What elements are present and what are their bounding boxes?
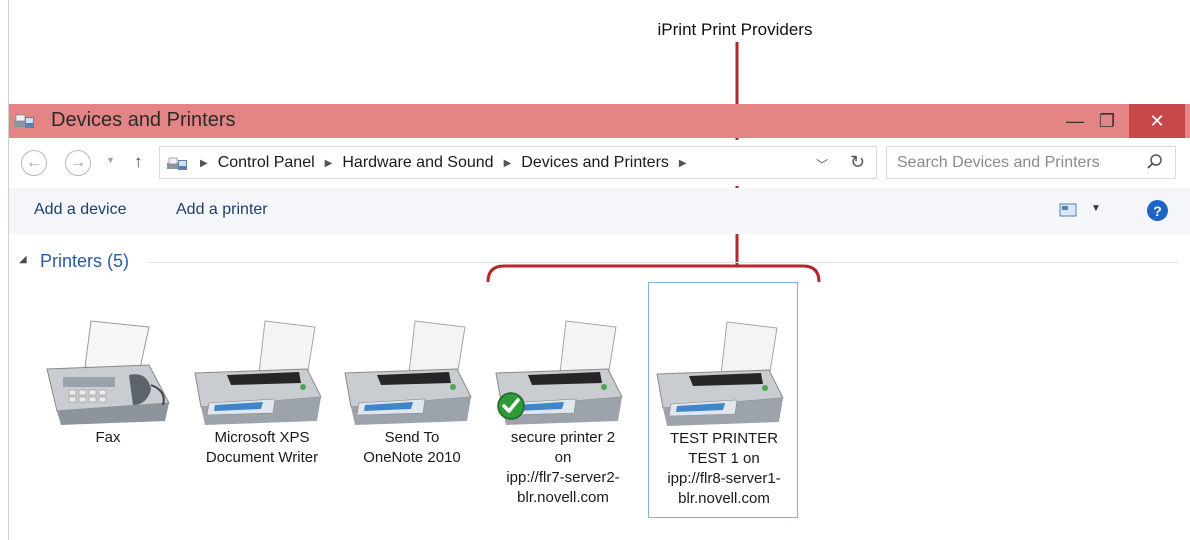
printers-group-header[interactable]: Printers (5) [40, 251, 129, 272]
change-view-icon[interactable] [1059, 202, 1077, 218]
address-bar[interactable]: ▶ Control Panel ▶ Hardware and Sound ▶ D… [159, 146, 877, 179]
search-input[interactable]: Search Devices and Printers [886, 146, 1176, 179]
close-button[interactable]: ✕ [1129, 104, 1185, 138]
forward-button[interactable]: → [65, 150, 91, 176]
view-options-dropdown[interactable]: ▼ [1091, 203, 1101, 214]
refresh-button[interactable]: ↻ [850, 152, 865, 173]
arrow-up-icon: ↑ [134, 152, 143, 171]
breadcrumb-devices-and-printers[interactable]: Devices and Printers [521, 154, 669, 172]
device-name: Fax [95, 429, 121, 446]
printer-icon [656, 321, 784, 426]
device-name: TEST PRINTER TEST 1 on ipp://flr8-server… [667, 430, 781, 507]
printer-icon [344, 320, 472, 425]
add-printer-button[interactable]: Add a printer [176, 201, 268, 219]
fax-icon [46, 320, 170, 425]
chevron-right-icon[interactable]: ▶ [504, 158, 512, 169]
device-item-test-printer[interactable]: TEST PRINTER TEST 1 on ipp://flr8-server… [648, 282, 798, 518]
chevron-right-icon[interactable]: ▶ [679, 158, 687, 169]
title-bar[interactable]: Devices and Printers — ❐ ✕ [9, 104, 1190, 138]
search-icon[interactable] [1145, 152, 1165, 172]
navigation-bar: ← → ▼ ↑ ▶ Control Panel ▶ Hardware and S… [9, 140, 1190, 186]
arrow-right-icon: → [70, 154, 86, 171]
breadcrumb: ▶ Control Panel ▶ Hardware and Sound ▶ D… [190, 154, 697, 172]
device-name: secure printer 2 on ipp://flr7-server2- … [506, 429, 620, 506]
device-name: Send To OneNote 2010 [363, 429, 461, 466]
address-dropdown-button[interactable]: ﹀ [816, 156, 828, 173]
chevron-right-icon[interactable]: ▶ [325, 158, 333, 169]
search-placeholder: Search Devices and Printers [897, 154, 1100, 171]
recent-locations-dropdown[interactable]: ▼ [106, 155, 115, 165]
screen: iPrint Print Providers Devices and Print… [0, 0, 1190, 540]
refresh-icon: ↻ [850, 152, 866, 172]
device-item-onenote[interactable]: Send To OneNote 2010 [337, 282, 487, 518]
device-name: Microsoft XPS Document Writer [205, 429, 319, 466]
breadcrumb-control-panel[interactable]: Control Panel [218, 154, 315, 172]
chevron-right-icon[interactable]: ▶ [200, 158, 208, 169]
help-button[interactable]: ? [1147, 200, 1168, 221]
default-printer-check-icon [497, 392, 525, 420]
add-device-button[interactable]: Add a device [34, 201, 127, 219]
arrow-left-icon: ← [26, 154, 42, 171]
device-item-fax[interactable]: Fax [33, 282, 183, 518]
collapse-group-icon[interactable]: ◢ [19, 254, 27, 265]
group-divider [148, 262, 1178, 263]
printer-icon [194, 320, 322, 425]
breadcrumb-hardware-and-sound[interactable]: Hardware and Sound [342, 154, 493, 172]
devices-printers-icon [167, 157, 187, 170]
maximize-button[interactable]: ❐ [1087, 104, 1127, 138]
back-button[interactable]: ← [21, 150, 47, 176]
window-title: Devices and Printers [51, 109, 236, 131]
command-bar: Add a device Add a printer ▼ ? [9, 188, 1190, 234]
annotation-label: iPrint Print Providers [657, 20, 813, 39]
devices-printers-icon [14, 114, 34, 128]
device-item-microsoft-xps[interactable]: Microsoft XPS Document Writer [187, 282, 337, 518]
up-button[interactable]: ↑ [134, 152, 143, 172]
device-item-secure-printer-2[interactable]: secure printer 2 on ipp://flr7-server2- … [488, 282, 638, 518]
